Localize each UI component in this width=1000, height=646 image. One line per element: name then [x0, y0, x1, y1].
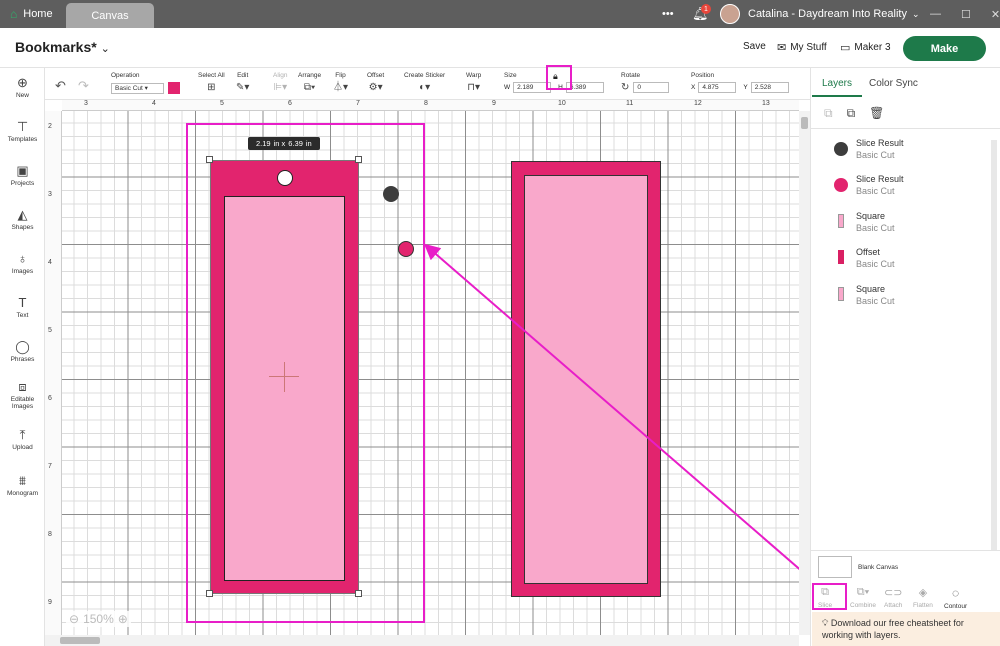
- tab-layers[interactable]: Layers: [822, 78, 852, 89]
- flatten-icon: ◈: [918, 587, 928, 599]
- blank-canvas-swatch[interactable]: [818, 556, 852, 578]
- divider: [810, 550, 1000, 551]
- layer-item[interactable]: Slice Result Basic Cut: [834, 173, 904, 197]
- attach-icon: ⊂⊃: [884, 587, 903, 599]
- contour-button[interactable]: ◌ Contour: [944, 586, 967, 610]
- layer-item[interactable]: Offset Basic Cut: [834, 246, 895, 270]
- layer-actions: ⧉ ⧉ 🗑︎: [824, 106, 884, 121]
- divider: [810, 128, 1000, 129]
- layer-swatch: [834, 142, 848, 156]
- layer-item[interactable]: Slice Result Basic Cut: [834, 137, 904, 161]
- attach-button[interactable]: ⊂⊃ Attach: [884, 586, 902, 609]
- trash-icon[interactable]: 🗑︎: [869, 106, 884, 121]
- cheatsheet-tip[interactable]: 💡︎ Download our free cheatsheet for work…: [812, 612, 1000, 646]
- layer-item[interactable]: Square Basic Cut: [834, 210, 895, 234]
- layer-swatch: [838, 250, 844, 264]
- blank-canvas-label: Blank Canvas: [858, 564, 899, 571]
- contour-icon: ◌: [951, 586, 960, 600]
- active-tab-indicator: [812, 95, 862, 97]
- zoom-control: ⊖ 150% ⊕: [66, 611, 131, 627]
- zoom-in-icon[interactable]: ⊕: [118, 612, 128, 626]
- horizontal-scrollbar[interactable]: [45, 635, 799, 646]
- ungroup-icon[interactable]: ⧉: [824, 106, 833, 121]
- panel-scrollbar[interactable]: [991, 140, 997, 550]
- combine-button[interactable]: ⧉▾ Combine: [850, 586, 876, 609]
- tab-color-sync[interactable]: Color Sync: [869, 78, 918, 89]
- zoom-out-icon[interactable]: ⊖: [69, 612, 79, 626]
- layer-swatch: [838, 287, 844, 301]
- flatten-button[interactable]: ◈ Flatten: [913, 586, 933, 609]
- duplicate-icon[interactable]: ⧉: [847, 106, 856, 121]
- combine-icon: ⧉▾: [856, 586, 870, 598]
- lightbulb-icon: 💡︎: [822, 618, 829, 628]
- layer-swatch: [834, 178, 848, 192]
- slice-highlight: [812, 583, 847, 610]
- layer-swatch: [838, 214, 844, 228]
- vertical-scrollbar[interactable]: [799, 111, 810, 635]
- layer-item[interactable]: Square Basic Cut: [834, 283, 895, 307]
